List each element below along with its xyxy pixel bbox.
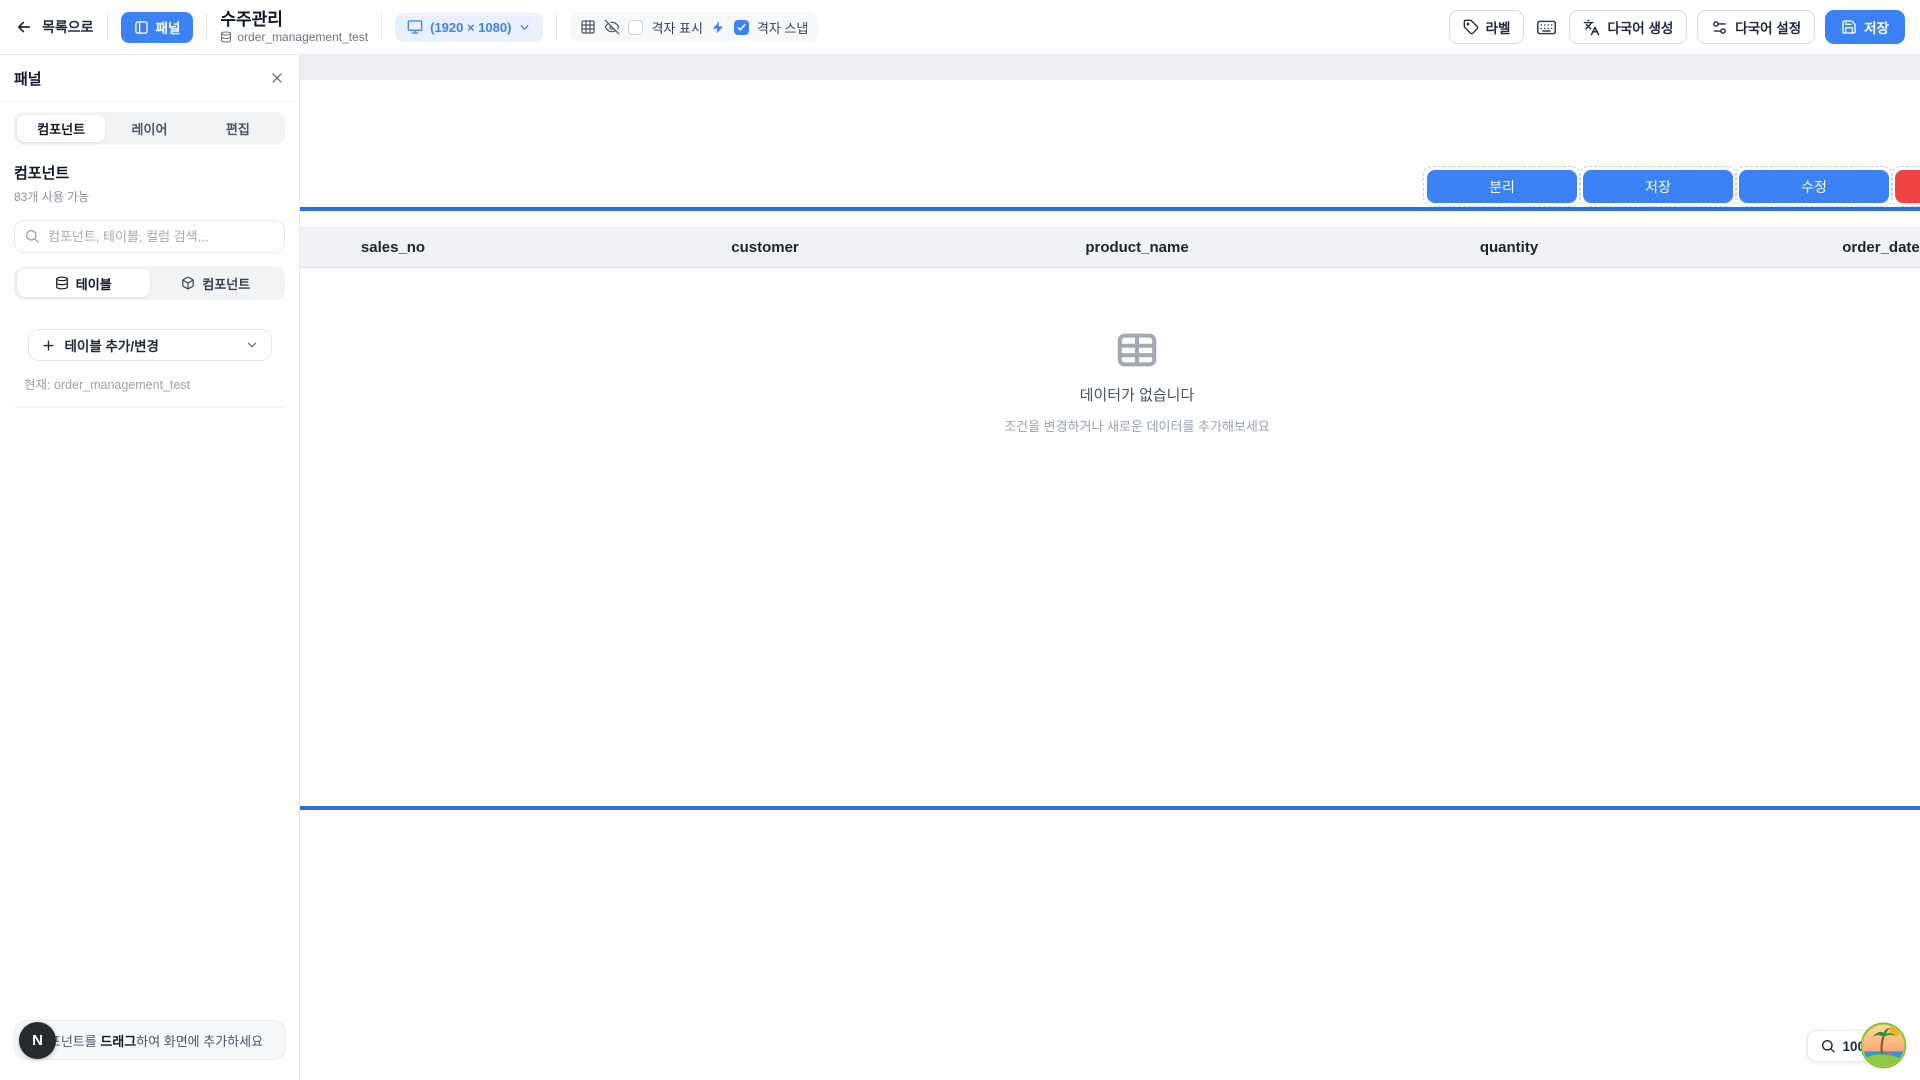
table-grid-icon	[1114, 327, 1160, 373]
panel-left-icon	[134, 20, 149, 35]
toggle-component[interactable]: 컴포넌트	[150, 269, 283, 297]
column-header-sales-no[interactable]: sales_no	[300, 228, 579, 267]
add-change-table-button[interactable]: 테이블 추가/변경	[28, 329, 272, 361]
resolution-label: (1920 × 1080)	[430, 20, 511, 35]
current-table-label: 현재: order_management_test	[14, 374, 285, 393]
components-section-title: 컴포넌트	[14, 162, 285, 183]
save-button-text: 저장	[1864, 17, 1889, 37]
resolution-selector[interactable]: (1920 × 1080)	[395, 13, 543, 42]
panel-toggle-label: 패널	[156, 17, 181, 37]
grid-icon	[580, 19, 596, 35]
drag-hint-text: 컴포넌트를 드래그하여 화면에 추가하세요	[37, 1031, 263, 1050]
component-search	[14, 220, 285, 253]
column-header-product-name[interactable]: product_name	[951, 228, 1323, 267]
toolbar-left-group: 목록으로 패널 수주관리 order_management_test (1920	[15, 11, 818, 43]
toolbar-right-group: 라벨 다국어 생성 다국어 설정 저장	[1449, 10, 1905, 44]
data-grid-header: sales_no customer product_name quantity …	[300, 227, 1920, 268]
grid-show-label: 격자 표시	[651, 18, 702, 37]
presence-cursor-badge: N	[19, 1022, 56, 1059]
selected-component-outline[interactable]	[1891, 166, 1920, 207]
arrow-left-icon	[15, 18, 33, 36]
components-count: 83개 사용 가능	[14, 188, 285, 205]
add-change-table-label: 테이블 추가/변경	[65, 335, 159, 355]
chevron-down-icon	[245, 338, 259, 352]
column-header-quantity[interactable]: quantity	[1323, 228, 1695, 267]
page-title: 수주관리	[220, 11, 368, 28]
lightning-bolt-icon	[711, 20, 726, 35]
column-header-customer[interactable]: customer	[579, 228, 951, 267]
bound-table-ref: order_management_test	[220, 31, 368, 43]
selection-line-bottom	[300, 806, 1920, 810]
bound-table-name: order_management_test	[237, 31, 368, 43]
toggle-table[interactable]: 테이블	[17, 269, 150, 297]
keyboard-icon	[1536, 17, 1557, 38]
canvas-button-separate[interactable]: 분리	[1427, 170, 1577, 203]
grid-snap-checkbox[interactable]	[734, 20, 749, 35]
canvas-button-danger[interactable]	[1895, 170, 1920, 203]
eye-off-icon	[604, 19, 620, 35]
left-panel: 패널 컴포넌트 레이어 편집 컴포넌트 83개 사용 가능 테이블	[0, 55, 300, 1080]
toggle-table-label: 테이블	[76, 274, 112, 293]
design-canvas[interactable]: 분리 저장 수정 sales_no customer product_name …	[300, 55, 1920, 1080]
back-to-list-button[interactable]: 목록으로	[15, 17, 94, 37]
grid-options-group: 격자 표시 격자 스냅	[570, 12, 818, 42]
page-title-block: 수주관리 order_management_test	[220, 11, 368, 43]
divider	[381, 14, 382, 40]
cube-icon	[181, 276, 195, 290]
selected-component-outline[interactable]: 저장	[1579, 166, 1737, 207]
empty-state-title: 데이터가 없습니다	[300, 384, 1920, 405]
divider	[206, 14, 207, 40]
divider	[556, 14, 557, 40]
panel-title: 패널	[14, 68, 42, 89]
close-icon	[269, 70, 285, 86]
divider	[14, 407, 285, 408]
search-icon	[24, 228, 40, 244]
tab-edit[interactable]: 편집	[194, 115, 282, 142]
column-header-order-date[interactable]: order_date	[1695, 228, 1920, 267]
save-icon	[1841, 19, 1857, 35]
canvas-button-save[interactable]: 저장	[1583, 170, 1733, 203]
selected-component-outline[interactable]: 분리	[1423, 166, 1581, 207]
canvas-button-edit[interactable]: 수정	[1739, 170, 1889, 203]
back-to-list-label: 목록으로	[42, 17, 94, 37]
tropical-island-icon	[1860, 1022, 1907, 1069]
grid-show-checkbox[interactable]	[628, 20, 643, 35]
i18n-settings-text: 다국어 설정	[1735, 17, 1801, 37]
tab-components[interactable]: 컴포넌트	[17, 115, 105, 142]
tab-layers[interactable]: 레이어	[105, 115, 193, 142]
grid-empty-state: 데이터가 없습니다 조건을 변경하거나 새로운 데이터를 추가해보세요	[300, 327, 1920, 435]
database-icon	[55, 276, 69, 290]
tag-icon	[1463, 19, 1479, 35]
monitor-icon	[407, 19, 423, 35]
keyboard-shortcuts-button[interactable]	[1534, 17, 1559, 38]
component-search-input[interactable]	[14, 220, 285, 253]
canvas-backdrop-strip	[300, 55, 1920, 80]
panel-body: 컴포넌트 83개 사용 가능 테이블 컴포넌트	[0, 162, 299, 408]
panel-header: 패널	[0, 55, 299, 102]
selected-component-outline[interactable]: 수정	[1735, 166, 1893, 207]
label-button[interactable]: 라벨	[1449, 10, 1525, 44]
languages-icon	[1583, 19, 1600, 36]
label-button-text: 라벨	[1486, 17, 1511, 37]
magnifier-icon	[1820, 1038, 1836, 1054]
chevron-down-icon	[518, 21, 531, 34]
panel-tab-bar: 컴포넌트 레이어 편집	[14, 112, 285, 145]
i18n-settings-button[interactable]: 다국어 설정	[1697, 10, 1815, 44]
top-toolbar: 목록으로 패널 수주관리 order_management_test (1920	[0, 0, 1920, 55]
toggle-component-label: 컴포넌트	[202, 274, 250, 293]
panel-close-button[interactable]	[269, 70, 285, 86]
save-button[interactable]: 저장	[1825, 10, 1905, 44]
selection-line-top	[300, 207, 1920, 211]
drag-hint: 컴포넌트를 드래그하여 화면에 추가하세요 N	[14, 1020, 286, 1060]
plus-icon	[41, 338, 56, 353]
i18n-generate-text: 다국어 생성	[1607, 17, 1673, 37]
divider	[107, 14, 108, 40]
database-icon	[220, 31, 232, 43]
i18n-generate-button[interactable]: 다국어 생성	[1569, 10, 1687, 44]
settings-sliders-icon	[1711, 19, 1728, 36]
empty-state-subtitle: 조건을 변경하거나 새로운 데이터를 추가해보세요	[300, 416, 1920, 435]
grid-snap-label: 격자 스냅	[757, 18, 808, 37]
source-toggle: 테이블 컴포넌트	[14, 266, 285, 300]
panel-toggle-button[interactable]: 패널	[121, 12, 194, 43]
